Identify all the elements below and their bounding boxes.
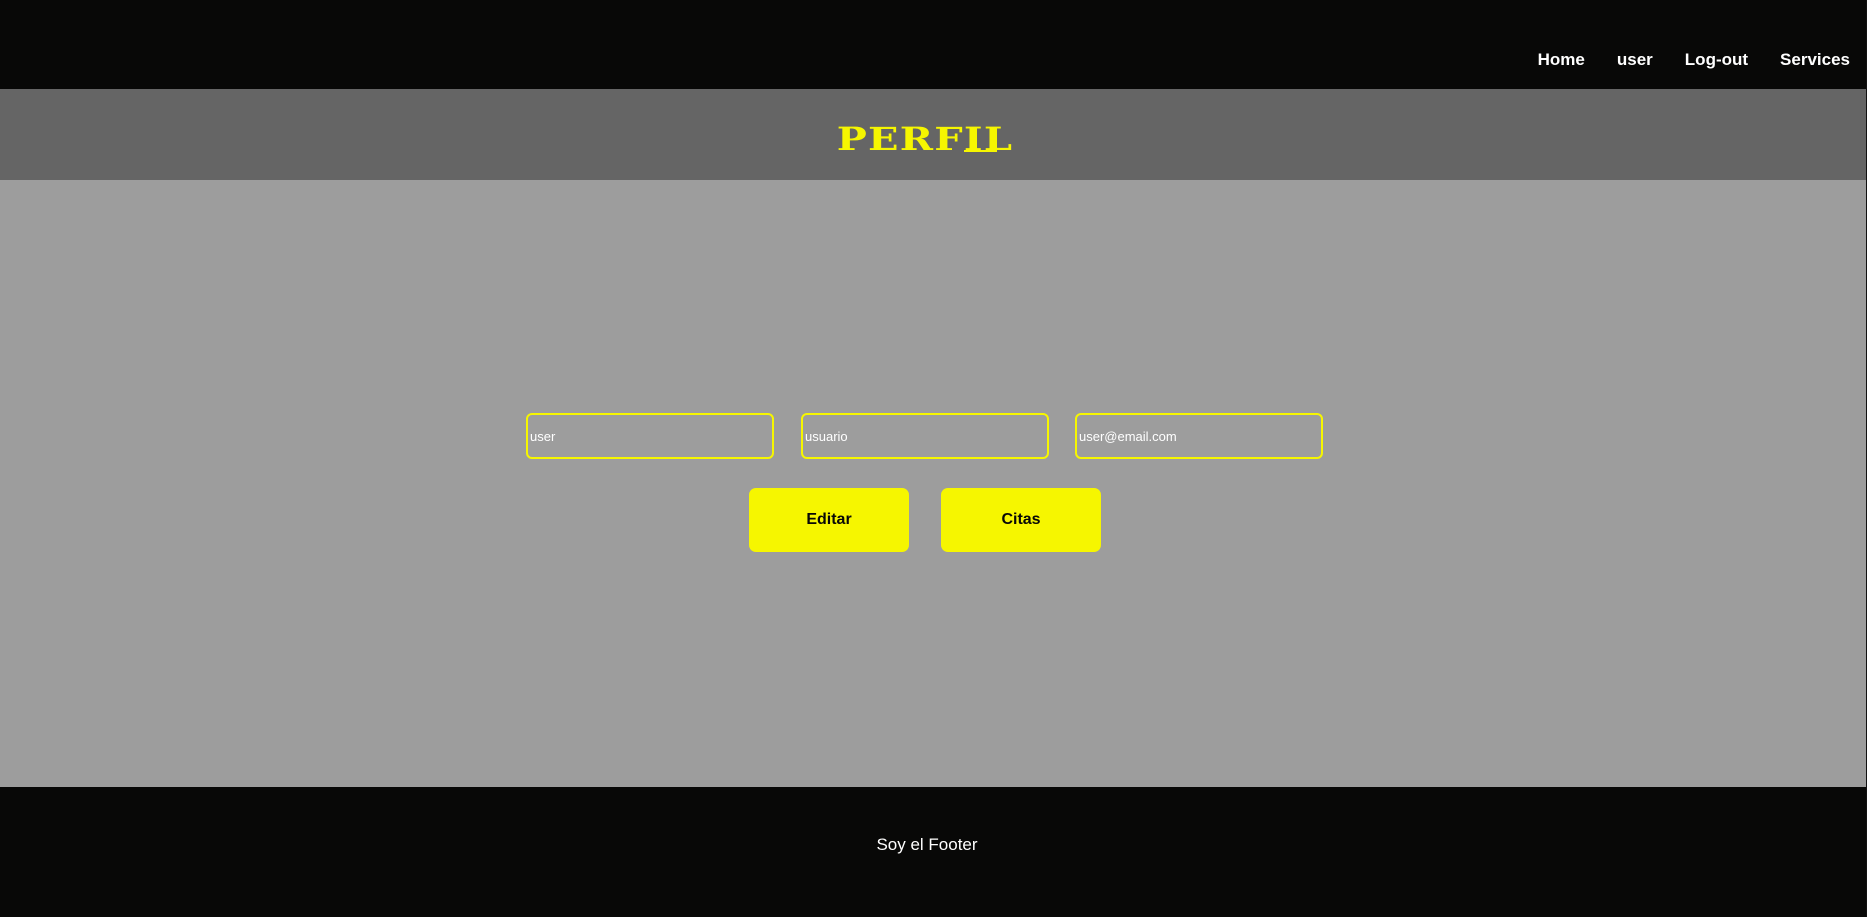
nav-link-home[interactable]: Home bbox=[1538, 50, 1585, 69]
footer-text: Soy el Footer bbox=[876, 835, 978, 854]
nav-item-user: user bbox=[1617, 50, 1653, 70]
title-underline bbox=[964, 150, 997, 152]
username-field[interactable] bbox=[801, 413, 1049, 459]
nav-link-user[interactable]: user bbox=[1617, 50, 1653, 69]
name-field[interactable] bbox=[526, 413, 774, 459]
email-field[interactable] bbox=[1075, 413, 1323, 459]
edit-button[interactable]: Editar bbox=[749, 488, 909, 552]
nav-item-home: Home bbox=[1538, 50, 1585, 70]
app-viewport: Home user Log-out Services PERFIL Editar… bbox=[0, 0, 1866, 917]
nav-item-logout: Log-out bbox=[1685, 50, 1748, 70]
appointments-button[interactable]: Citas bbox=[941, 488, 1101, 552]
nav-item-services: Services bbox=[1780, 50, 1850, 70]
page-title: PERFIL bbox=[836, 120, 1014, 158]
top-navbar: Home user Log-out Services bbox=[0, 0, 1866, 89]
nav-links: Home user Log-out Services bbox=[1538, 50, 1850, 70]
nav-link-logout[interactable]: Log-out bbox=[1685, 50, 1748, 69]
profile-main bbox=[0, 180, 1866, 787]
nav-link-services[interactable]: Services bbox=[1780, 50, 1850, 69]
